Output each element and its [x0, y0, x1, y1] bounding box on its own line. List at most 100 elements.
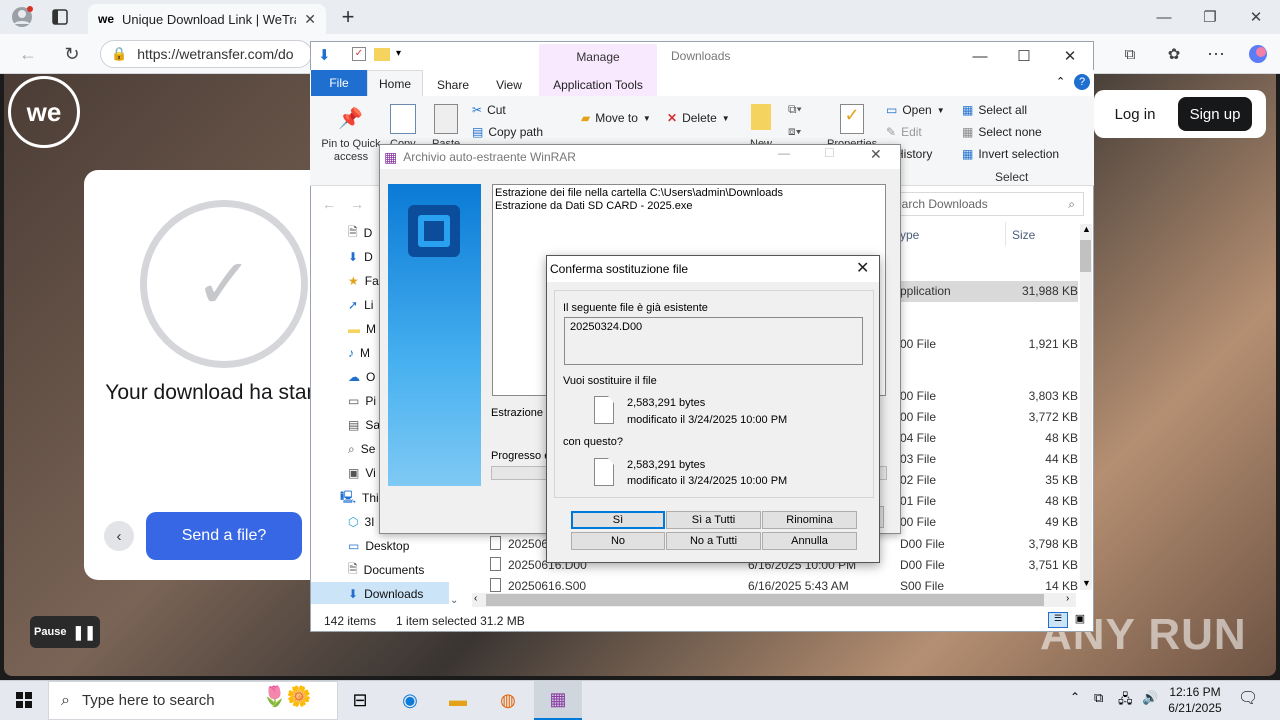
scroll-up-icon[interactable]: ▲	[1082, 224, 1091, 234]
select-none-button[interactable]: ▦ Select none	[962, 125, 1042, 139]
nav-scroll-down-icon[interactable]: ⌄	[450, 595, 458, 606]
tab-application-tools[interactable]: Application Tools	[539, 74, 657, 96]
easy-access-icon[interactable]: ⧈▾	[788, 124, 802, 139]
network-icon[interactable]: 🖧	[1118, 690, 1133, 712]
nav-item-desktop[interactable]: ▭ Desktop	[348, 535, 409, 557]
scroll-down-icon[interactable]: ▼	[1082, 578, 1091, 588]
nav-item[interactable]: ➚ Li	[348, 294, 373, 316]
pause-button[interactable]: Pause ❚❚	[30, 616, 100, 648]
address-bar[interactable]: 🔒 https://wetransfer.com/do	[100, 40, 312, 68]
tab-close-icon[interactable]: ✕	[304, 11, 316, 28]
scroll-right-icon[interactable]: ›	[1066, 593, 1069, 604]
nav-item[interactable]: ☁ O	[348, 366, 375, 388]
new-item-icon[interactable]: ⧉▾	[788, 102, 802, 117]
explorer-minimize-icon[interactable]: —	[966, 42, 994, 70]
open-button[interactable]: ▭ Open ▼	[886, 103, 945, 117]
yes-button[interactable]: Sì	[571, 511, 665, 529]
new-tab-button[interactable]: +	[334, 3, 362, 31]
extensions-icon[interactable]: ✿	[1160, 40, 1188, 68]
nav-item-3i[interactable]: ⬡ 3I	[348, 511, 375, 533]
column-type[interactable]: ype	[900, 228, 919, 242]
nav-item[interactable]: ▣ Vi	[348, 462, 376, 484]
ribbon-collapse-icon[interactable]: ⌃	[1056, 75, 1065, 88]
cancel-button[interactable]: Annulla	[762, 532, 857, 550]
tab-share[interactable]: Share	[428, 74, 478, 96]
explorer-maximize-icon[interactable]: ☐	[1010, 42, 1038, 70]
collections-icon[interactable]: ⧉	[1116, 40, 1144, 68]
send-file-button[interactable]: Send a file?	[146, 512, 302, 560]
winrar-taskbar-icon[interactable]: ▦	[534, 681, 582, 720]
manage-tab[interactable]: Manage	[539, 44, 657, 70]
taskbar-clock[interactable]: 12:16 PM 6/21/2025	[1160, 684, 1230, 716]
login-button[interactable]: Log in	[1104, 97, 1166, 131]
nav-item[interactable]: 🗎 D	[348, 222, 372, 244]
nav-item-documents[interactable]: 🗎 Documents	[348, 559, 424, 581]
delete-button[interactable]: ✕ Delete ▼	[667, 111, 730, 125]
nav-item[interactable]: ⌕ Se	[348, 438, 375, 460]
copy-path-button[interactable]: ▤ Copy path	[472, 125, 543, 139]
yes-to-all-button[interactable]: Sì a Tutti	[666, 511, 761, 529]
profile-avatar-icon[interactable]	[8, 3, 36, 31]
move-to-button[interactable]: ▰ Move to ▼	[581, 111, 651, 125]
details-view-icon[interactable]: ☰	[1048, 612, 1068, 628]
quick-access-download-icon[interactable]: ⬇	[318, 46, 331, 64]
confirm-close-icon[interactable]: ✕	[856, 258, 869, 278]
cut-button[interactable]: ✂ Cut	[472, 103, 506, 117]
signup-button[interactable]: Sign up	[1178, 97, 1252, 131]
large-icons-view-icon[interactable]: ▣	[1072, 612, 1088, 628]
no-to-all-button[interactable]: No a Tutti	[666, 532, 761, 550]
scroll-left-icon[interactable]: ‹	[474, 593, 477, 604]
tab-file[interactable]: File	[311, 70, 367, 96]
task-view-icon[interactable]: ⊟	[340, 684, 380, 716]
select-all-button[interactable]: ▦ Select all	[962, 103, 1027, 117]
horizontal-scrollbar-thumb[interactable]	[486, 594, 1044, 606]
nav-item[interactable]: ▬ M	[348, 318, 376, 340]
refresh-icon[interactable]: ↻	[58, 40, 86, 68]
volume-icon[interactable]: 🔊	[1142, 690, 1158, 706]
windows-start-icon[interactable]	[4, 684, 44, 716]
properties-qat-icon[interactable]: ✓	[352, 47, 366, 61]
tab-home[interactable]: Home	[367, 70, 423, 97]
vertical-scrollbar-thumb[interactable]	[1080, 240, 1091, 272]
invert-selection-button[interactable]: ▦ Invert selection	[962, 147, 1059, 161]
nav-this-pc[interactable]: 🖳 Thi	[340, 487, 379, 509]
wetransfer-logo[interactable]: we	[8, 76, 80, 148]
winrar-close-icon[interactable]: ✕	[870, 146, 882, 163]
chevron-left-icon[interactable]: ‹	[104, 521, 134, 551]
minimize-icon[interactable]: —	[1150, 3, 1178, 31]
winrar-minimize-icon[interactable]: —	[778, 146, 790, 160]
tray-device-icon[interactable]: ⧉	[1094, 690, 1103, 706]
nav-item[interactable]: ▤ Sa	[348, 414, 380, 436]
vertical-scrollbar[interactable]	[1080, 224, 1092, 590]
no-button[interactable]: No	[571, 532, 665, 550]
tray-chevron-icon[interactable]: ⌃	[1070, 690, 1080, 704]
rename-button[interactable]: Rinomina	[762, 511, 857, 529]
tab-view[interactable]: View	[484, 74, 534, 96]
file-explorer-taskbar-icon[interactable]: ▬	[438, 684, 478, 716]
edge-browser-icon[interactable]: ◉	[390, 684, 430, 716]
pin-quick-access-button[interactable]: Pin to Quick access	[316, 138, 386, 164]
explorer-close-icon[interactable]: ✕	[1056, 42, 1084, 70]
search-downloads-field[interactable]: earch Downloads ⌕	[890, 192, 1084, 216]
firefox-icon[interactable]: ◍	[488, 684, 528, 716]
column-size[interactable]: Size	[1012, 228, 1035, 242]
help-icon[interactable]: ?	[1074, 74, 1090, 90]
nav-item-downloads[interactable]: ⬇ Downloads	[348, 583, 423, 605]
nav-item[interactable]: ▭ Pi	[348, 390, 376, 412]
folder-qat-icon[interactable]	[374, 48, 390, 61]
copilot-icon[interactable]	[1244, 40, 1272, 68]
nav-back-icon[interactable]: ←	[322, 196, 336, 212]
qat-dropdown-icon[interactable]: ▾	[396, 48, 401, 59]
edit-button[interactable]: ✎ Edit	[886, 125, 922, 139]
nav-item[interactable]: ⬇ D	[348, 246, 373, 268]
nav-item[interactable]: ★ Fa	[348, 270, 379, 292]
more-menu-icon[interactable]: ⋯	[1202, 40, 1230, 68]
tab-actions-icon[interactable]	[46, 3, 74, 31]
nav-forward-icon[interactable]: →	[350, 196, 364, 212]
notifications-icon[interactable]: 🗨	[1238, 688, 1258, 708]
browser-tab-active[interactable]: we Unique Download Link | WeTransf ✕	[88, 4, 326, 34]
restore-icon[interactable]: ❐	[1196, 3, 1224, 31]
back-icon[interactable]: ←	[14, 40, 42, 68]
close-icon[interactable]: ✕	[1242, 3, 1270, 31]
nav-item[interactable]: ♪ M	[348, 342, 370, 364]
